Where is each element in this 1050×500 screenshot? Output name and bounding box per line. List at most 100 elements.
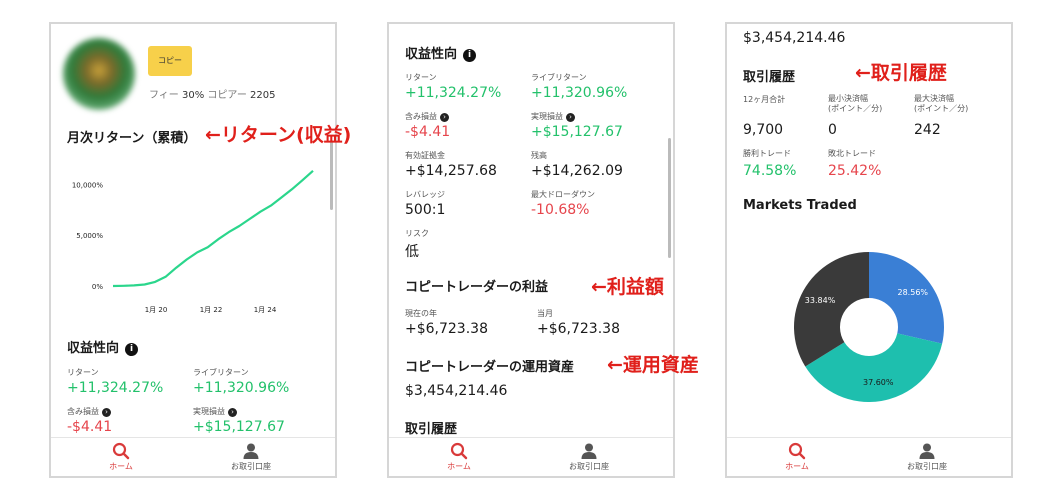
live-return-label: ライブリターン (193, 368, 249, 377)
unrealized-label-text: 含み損益 (67, 407, 99, 416)
unrealized-value-2: -$4.41 (405, 124, 451, 140)
total-12m-label: 12ヶ月合計 (743, 95, 786, 104)
pie-slice-3 (794, 252, 869, 367)
this-month-value: +$6,723.38 (537, 321, 620, 337)
return-value-2: +11,324.27% (405, 85, 502, 101)
nav-account[interactable]: お取引口座 (887, 442, 967, 472)
history-title-3: 取引履歴 (743, 70, 796, 85)
fee-label: フィー (149, 90, 179, 101)
nav-home[interactable]: ホーム (757, 442, 837, 472)
nav-account[interactable]: お取引口座 (211, 442, 291, 472)
nav-home-label: ホーム (447, 462, 471, 471)
scrollbar[interactable] (668, 138, 671, 258)
leverage-value: 500:1 (405, 202, 446, 218)
unrealized-value: -$4.41 (67, 419, 113, 435)
y-tick-label: 10,000% (72, 181, 103, 189)
nav-account-label: お取引口座 (569, 462, 609, 471)
bottom-nav: ホーム お取引口座 (727, 437, 1011, 476)
max-pips-value: 242 (914, 122, 941, 138)
unrealized-label-2: 含み損益 › (405, 111, 449, 122)
markets-donut-chart: 28.56% 37.60% 33.84% (794, 252, 944, 402)
trader-avatar (63, 38, 135, 110)
copy-button[interactable]: コピー (148, 46, 192, 76)
arrow-right-icon[interactable]: › (102, 408, 111, 417)
pie-slice-1 (869, 252, 944, 344)
realized-label-2: 実現損益 › (531, 111, 575, 122)
realized-label-text: 実現損益 (193, 407, 225, 416)
user-icon (919, 443, 935, 459)
arrow-right-icon[interactable]: › (228, 408, 237, 417)
drawdown-label: 最大ドローダウン (531, 190, 595, 199)
max-pips-label-line1: 最大決済幅 (914, 94, 954, 103)
risk-label: リスク (405, 229, 429, 238)
margin-value: +$14,257.68 (405, 163, 497, 179)
pie-slice-label: 33.84% (805, 296, 836, 305)
screen3-content: $3,454,214.46 取引履歴 12ヶ月合計 9,700 最小決済幅 (ポ… (727, 24, 1011, 436)
realized-label-2-text: 実現損益 (531, 112, 563, 121)
arrow-right-icon[interactable]: › (440, 113, 449, 122)
min-pips-label: 最小決済幅 (ポイント／分) (828, 94, 882, 114)
aum-title: コピートレーダーの運用資産 (405, 360, 575, 375)
live-return-label-2: ライブリターン (531, 73, 587, 82)
copiers-value: 2205 (250, 90, 276, 101)
info-icon[interactable]: i (125, 343, 139, 356)
total-12m-value: 9,700 (743, 122, 784, 138)
fee-copier-line: フィー 30% コピアー 2205 (149, 86, 275, 101)
markets-title: Markets Traded (743, 198, 857, 213)
copy-profit-title: コピートレーダーの利益 (405, 280, 549, 295)
search-icon (112, 442, 130, 460)
margin-label: 有効証拠金 (405, 151, 445, 160)
balance-value: +$14,262.09 (531, 163, 623, 179)
scrollbar[interactable] (330, 140, 333, 210)
realized-value: +$15,127.67 (193, 419, 285, 435)
max-pips-label: 最大決済幅 (ポイント／分) (914, 94, 968, 114)
history-title-2: 取引履歴 (405, 422, 458, 436)
nav-home[interactable]: ホーム (81, 442, 161, 472)
risk-value: 低 (405, 244, 419, 260)
this-year-value: +$6,723.38 (405, 321, 488, 337)
unrealized-label-2-text: 含み損益 (405, 112, 437, 121)
loss-label: 敗北トレード (828, 149, 876, 158)
bottom-nav: ホーム お取引口座 (389, 437, 673, 476)
max-pips-label-line2: (ポイント／分) (914, 104, 969, 113)
nav-account[interactable]: お取引口座 (549, 442, 629, 472)
user-icon (243, 443, 259, 459)
nav-home-label: ホーム (109, 462, 133, 471)
win-value: 74.58% (743, 163, 797, 179)
annotation-history: ←取引履歴 (855, 62, 947, 84)
nav-home[interactable]: ホーム (419, 442, 499, 472)
cumulative-return-chart: 0% 5,000% 10,000% 1月 20 1月 22 1月 24 (72, 169, 314, 314)
search-icon (788, 442, 806, 460)
monthly-return-title: 月次リターン（累積） (67, 131, 197, 146)
realized-label: 実現損益 › (193, 406, 237, 417)
profit-title-text: 収益性向 (67, 341, 120, 356)
this-year-label: 現在の年 (405, 309, 437, 318)
user-icon (581, 443, 597, 459)
x-tick-label: 1月 24 (254, 306, 277, 314)
this-month-label: 当月 (537, 309, 553, 318)
live-return-value-2: +11,320.96% (531, 85, 628, 101)
arrow-right-icon[interactable]: › (566, 113, 575, 122)
return-label: リターン (67, 368, 99, 377)
loss-value: 25.42% (828, 163, 882, 179)
min-pips-label-line2: (ポイント／分) (828, 104, 883, 113)
y-tick-label: 0% (92, 283, 103, 291)
nav-home-label: ホーム (785, 462, 809, 471)
profit-title-2: 収益性向 i (405, 43, 477, 62)
live-return-value: +11,320.96% (193, 380, 290, 396)
x-tick-label: 1月 22 (200, 306, 223, 314)
leverage-label: レバレッジ (405, 190, 445, 199)
balance-label: 残高 (531, 151, 547, 160)
annotation-returns: ←リターン(収益) (205, 124, 352, 146)
annotation-aum: ←運用資産 (607, 354, 699, 376)
profit-title-2-text: 収益性向 (405, 47, 458, 62)
realized-value-2: +$15,127.67 (531, 124, 623, 140)
fee-value: 30% (182, 90, 205, 101)
pie-slice-label: 37.60% (863, 378, 894, 387)
bottom-nav: ホーム お取引口座 (51, 437, 335, 476)
screen1-content: コピー フィー 30% コピアー 2205 月次リターン（累積） 0% 5,000… (51, 24, 335, 436)
y-tick-label: 5,000% (76, 232, 103, 240)
profit-title: 収益性向 i (67, 337, 139, 356)
return-line-series (112, 169, 314, 288)
info-icon[interactable]: i (463, 49, 477, 62)
